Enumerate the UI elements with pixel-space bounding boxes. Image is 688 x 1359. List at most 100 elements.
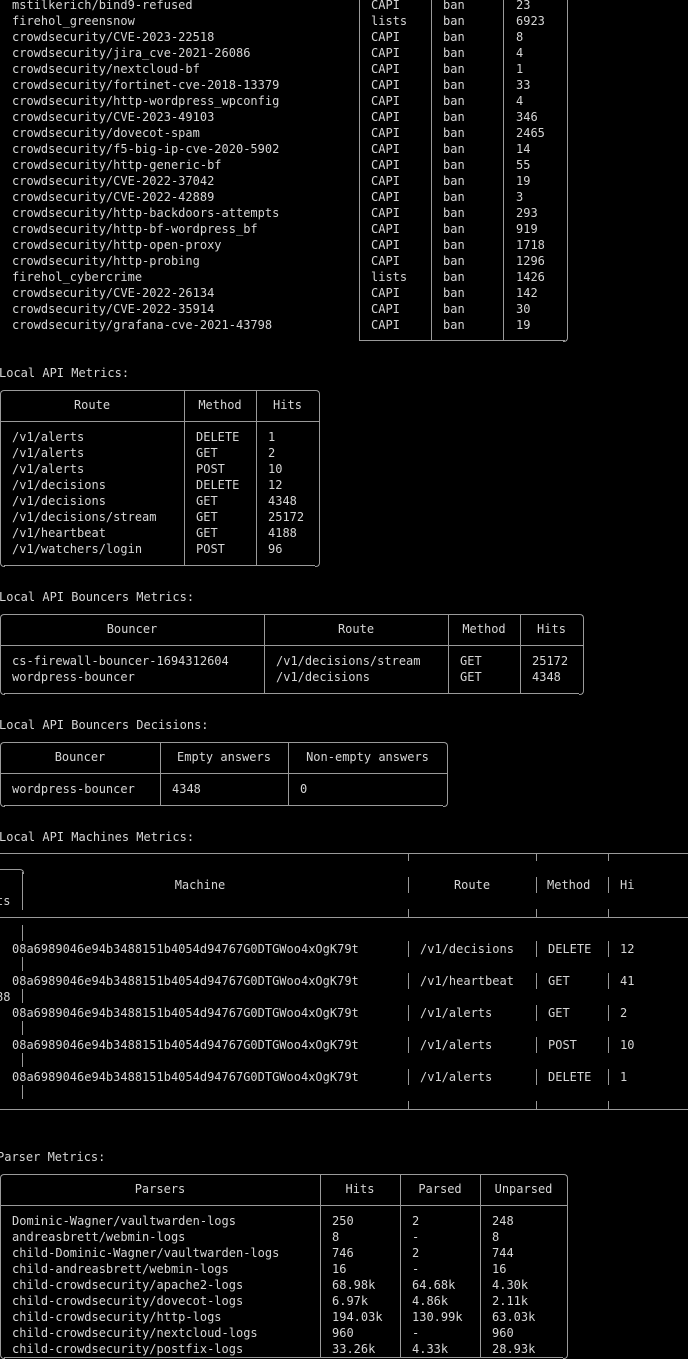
table-border (22, 1021, 23, 1035)
table-cell: GET (196, 526, 218, 540)
table-cell: ban (443, 14, 465, 28)
table-cell: 4348 (532, 670, 561, 684)
table-cell: crowdsecurity/CVE-2023-22518 (12, 30, 215, 44)
table-cell: CAPI (371, 110, 400, 124)
table-cell: crowdsecurity/http-open-proxy (12, 238, 222, 252)
table-cell: CAPI (371, 302, 400, 316)
table-cell: /v1/decisions (276, 670, 370, 684)
table-cell: crowdsecurity/CVE-2023-49103 (12, 110, 215, 124)
table-border (359, 0, 360, 341)
table-border (320, 1174, 321, 1357)
column-header: Parsers (134, 1182, 186, 1196)
table-cell: crowdsecurity/CVE-2022-35914 (12, 302, 215, 316)
table-cell: POST (196, 542, 225, 556)
table-cell: /v1/decisions (12, 478, 106, 492)
table-cell: crowdsecurity/http-probing (12, 254, 200, 268)
table-cell: POST (196, 462, 225, 476)
table-border (408, 877, 409, 893)
table-cell: 4.30k (492, 1278, 529, 1292)
table-cell: 08a6989046e94b3488151b4054d94767G0DTGWoo… (12, 1038, 359, 1052)
table-cell: ban (443, 0, 465, 12)
column-header: Route (453, 878, 491, 892)
table-cell: 08a6989046e94b3488151b4054d94767G0DTGWoo… (12, 1006, 359, 1020)
table-cell: 1 (268, 430, 276, 444)
table-cell: lists (371, 270, 408, 284)
table-border (608, 909, 609, 917)
table-cell: crowdsecurity/http-wordpress_wpconfig (12, 94, 280, 108)
table-border (4, 614, 579, 615)
table-cell: crowdsecurity/f5-big-ip-cve-2020-5902 (12, 142, 280, 156)
column-header: Route (337, 622, 375, 636)
column-header: Parsed (418, 1182, 462, 1196)
table-cell: crowdsecurity/CVE-2022-26134 (12, 286, 215, 300)
table-cell: CAPI (371, 126, 400, 140)
table-border (400, 1174, 401, 1357)
table-cell: /v1/decisions (420, 942, 514, 956)
table-cell: 25172 (268, 510, 305, 524)
table-cell: 08a6989046e94b3488151b4054d94767G0DTGWoo… (12, 1070, 359, 1084)
table-cell: 1426 (516, 270, 545, 284)
table-cell: CAPI (371, 190, 400, 204)
table-cell: - (412, 1262, 420, 1276)
table-cell: crowdsecurity/fortinet-cve-2018-13379 (12, 78, 280, 92)
table-cell: CAPI (371, 142, 400, 156)
table-border (536, 973, 537, 989)
table-cell: /v1/watchers/login (12, 542, 143, 556)
table-border (608, 1069, 609, 1085)
table-cell: 8 (492, 1230, 500, 1244)
table-border (567, 0, 568, 338)
table-cell: 0 (300, 782, 308, 796)
table-border (4, 390, 315, 391)
table-cell: - (412, 1230, 420, 1244)
table-cell: CAPI (371, 238, 400, 252)
table-border (0, 1178, 1, 1355)
table-cell: 25172 (532, 654, 569, 668)
table-cell: 30 (516, 302, 531, 316)
table-cell: GET (460, 670, 482, 684)
table-cell: GET (196, 446, 218, 460)
table-cell: 2 (268, 446, 276, 460)
table-cell: crowdsecurity/http-backdoors-attempts (12, 206, 280, 220)
table-cell: 4188 (268, 526, 297, 540)
table-cell: /v1/heartbeat (12, 526, 106, 540)
table-cell: /v1/alerts (420, 1006, 493, 1020)
table-cell: 63.03k (492, 1310, 536, 1324)
table-cell: ban (443, 174, 465, 188)
table-cell: child-crowdsecurity/dovecot-logs (12, 1294, 244, 1308)
column-header: Method (547, 878, 591, 892)
table-border (22, 989, 23, 1003)
table-cell: 1718 (516, 238, 545, 252)
table-cell: CAPI (371, 222, 400, 236)
table-border (536, 1101, 537, 1109)
table-cell: crowdsecurity/CVE-2022-42889 (12, 190, 215, 204)
table-border (0, 869, 20, 870)
table-cell: andreasbrett/webmin-logs (12, 1230, 186, 1244)
table-cell: Dominic-Wagner/vaultwarden-logs (12, 1214, 236, 1228)
table-border (608, 1037, 609, 1053)
table-border (408, 1005, 409, 1021)
table-border (536, 941, 537, 957)
table-cell: 10 (620, 1038, 635, 1052)
column-header: Bouncer (106, 622, 158, 636)
table-cell: /v1/alerts (12, 430, 85, 444)
table-cell: 12 (620, 942, 635, 956)
column-header: Machine (174, 878, 226, 892)
table-cell: 2 (620, 1006, 628, 1020)
table-cell: ban (443, 158, 465, 172)
table-cell: child-crowdsecurity/http-logs (12, 1310, 222, 1324)
table-cell: CAPI (371, 158, 400, 172)
table-cell: GET (548, 974, 570, 988)
table-cell: CAPI (371, 206, 400, 220)
table-cell: 23 (516, 0, 531, 12)
table-cell: 19 (516, 318, 531, 332)
table-cell: crowdsecurity/dovecot-spam (12, 126, 200, 140)
table-cell: ban (443, 142, 465, 156)
table-border (563, 337, 568, 342)
table-cell: ban (443, 238, 465, 252)
table-cell: CAPI (371, 30, 400, 44)
table-border (4, 742, 443, 743)
table-cell: ban (443, 222, 465, 236)
table-cell: ban (443, 30, 465, 44)
table-cell: /v1/decisions/stream (12, 510, 157, 524)
table-cell: 16 (332, 1262, 347, 1276)
